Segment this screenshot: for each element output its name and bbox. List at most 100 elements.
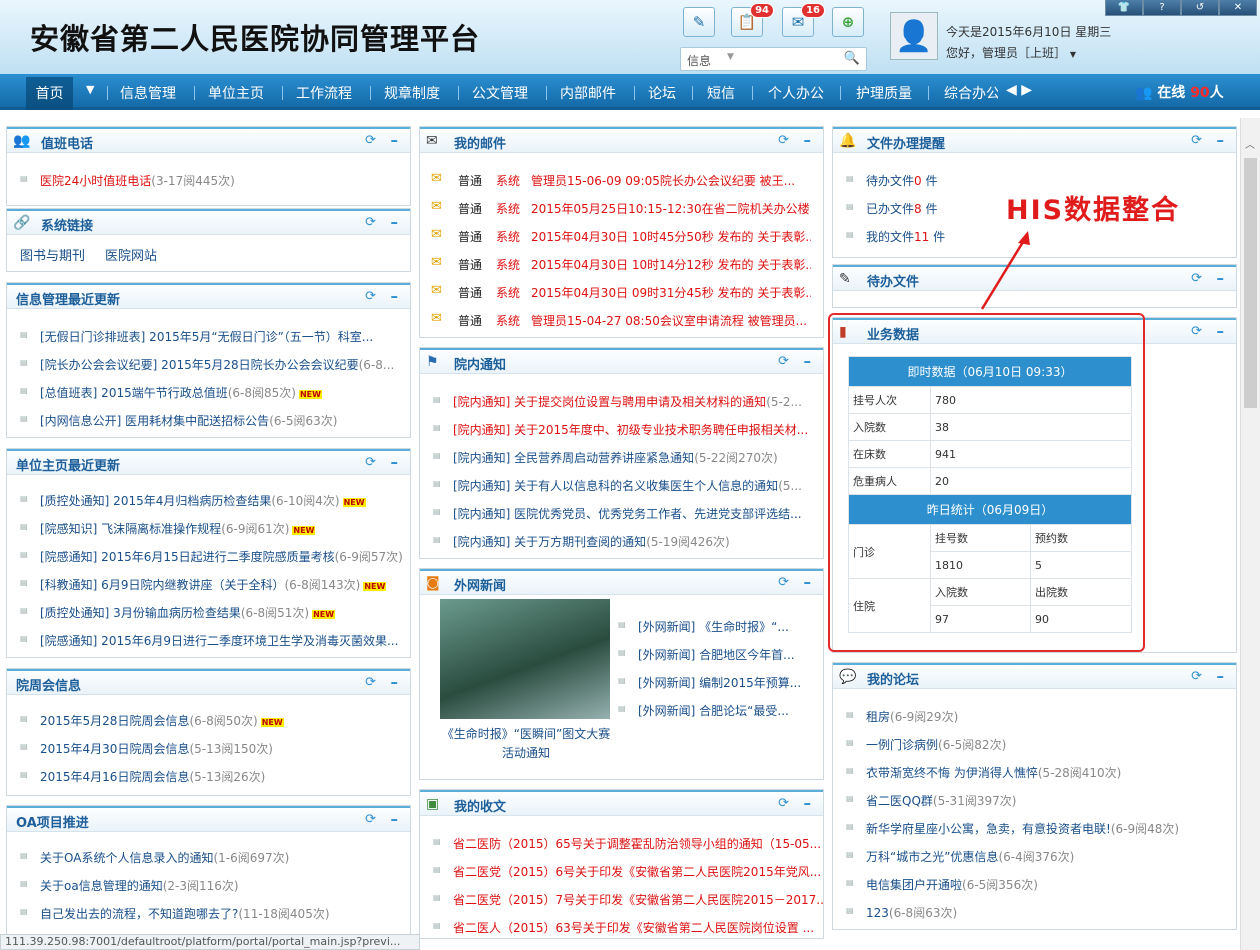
list-item[interactable]: ▤ [无假日门诊排班表] 2015年5月“无假日门诊”（五一节）科室... — [7, 327, 410, 345]
minimize-icon[interactable]: – — [804, 131, 812, 149]
refresh-icon[interactable]: ⟳ — [778, 796, 789, 811]
message-button[interactable]: ✉ 16 — [782, 3, 825, 37]
nav-item-personal[interactable]: 个人办公 — [768, 83, 824, 103]
list-item[interactable]: ▤ [总值班表] 2015端午节行政总值班(6-8阅85次) NEW — [7, 383, 410, 401]
scroll-thumb[interactable] — [1244, 158, 1257, 408]
refresh-icon[interactable]: ⟳ — [1191, 324, 1202, 339]
list-item[interactable]: ▤ 省二医人（2015）63号关于印发《安徽省第二人民医院岗位设置 ... — [420, 918, 823, 936]
nav-item-sms[interactable]: 短信 — [707, 83, 735, 103]
compose-button[interactable]: ✎ — [683, 7, 715, 37]
list-item[interactable]: ▤ 租房(6-9阅29次) — [833, 707, 1236, 725]
list-item[interactable]: ▤ 自己发出去的流程，不知道跑哪去了?(11-18阅405次) — [7, 904, 410, 922]
minimize-icon[interactable]: – — [391, 453, 399, 471]
search-category[interactable]: 信息 — [687, 52, 711, 69]
list-item[interactable]: ▤ 衣带渐宽终不悔 为伊消得人憔悴(5-28阅410次) — [833, 763, 1236, 781]
nav-item-nursing[interactable]: 护理质量 — [856, 83, 912, 103]
list-item[interactable]: ▤ [质控处通知] 3月份输血病历检查结果(6-8阅51次) NEW — [7, 603, 410, 621]
list-item[interactable]: ▤ 2015年4月30日院周会信息(5-13阅150次) — [7, 739, 410, 757]
minimize-icon[interactable]: – — [1217, 131, 1225, 149]
search-box[interactable]: 信息 ▼ 🔍 — [680, 47, 867, 71]
list-item-text[interactable]: 医院24小时值班电话(3-17阅445次) — [40, 172, 235, 189]
nav-dropdown-icon[interactable]: ▼ — [86, 83, 94, 96]
mail-row[interactable]: ✉ 普通 系统 2015年04月30日 09时31分45秒 发布的 关于表彰... — [420, 283, 823, 301]
scroll-up-icon[interactable]: ︿ — [1245, 136, 1255, 151]
refresh-icon[interactable]: ⟳ — [1191, 271, 1202, 286]
user-greeting[interactable]: 您好，管理员［上班］ ▼ — [946, 44, 1076, 61]
list-item[interactable]: ▤ [外网新闻] 合肥地区今年首... — [420, 645, 823, 663]
refresh-icon[interactable]: ⟳ — [1191, 133, 1202, 148]
list-item[interactable]: ▤ [院感通知] 2015年6月15日起进行二季度院感质量考核(6-9阅57次) — [7, 547, 410, 565]
minimize-icon[interactable]: – — [391, 287, 399, 305]
list-item[interactable]: ▤ 一例门诊病例(6-5阅82次) — [833, 735, 1236, 753]
list-item[interactable]: ▤ [外网新闻] 编制2015年预算... — [420, 673, 823, 691]
refresh-icon[interactable]: ⟳ — [365, 133, 376, 148]
refresh-icon[interactable]: ⟳ — [365, 675, 376, 690]
mail-row[interactable]: ✉ 普通 系统 2015年04月30日 10时14分12秒 发布的 关于表彰... — [420, 255, 823, 273]
minimize-icon[interactable]: – — [1217, 667, 1225, 685]
nav-item-documents[interactable]: 公文管理 — [472, 83, 528, 103]
mail-button[interactable]: 📋 94 — [731, 3, 774, 37]
list-item[interactable]: ▤ 关于OA系统个人信息录入的通知(1-6阅697次) — [7, 848, 410, 866]
minimize-icon[interactable]: – — [391, 213, 399, 231]
minimize-icon[interactable]: – — [804, 794, 812, 812]
page-scrollbar[interactable]: ︿ — [1240, 118, 1260, 950]
list-item[interactable]: ▤ [院内通知] 全民营养周启动营养讲座紧急通知(5-22阅270次) — [420, 448, 823, 466]
list-item[interactable]: ▤ 待办文件0 件 — [833, 171, 1236, 189]
list-item[interactable]: ▤ [院内通知] 关于2015年度中、初级专业技术职务聘任申报相关材... — [420, 420, 823, 438]
list-item[interactable]: ▤ [院内通知] 关于提交岗位设置与聘用申请及相关材料的通知(5-2... — [420, 392, 823, 410]
list-item[interactable]: ▤ 2015年4月16日院周会信息(5-13阅26次) — [7, 767, 410, 785]
list-item[interactable]: ▤ 万科“城市之光”优惠信息(6-4阅376次) — [833, 847, 1236, 865]
list-item[interactable]: ▤ [科教通知] 6月9日院内继教讲座（关于全科）(6-8阅143次) NEW — [7, 575, 410, 593]
search-icon[interactable]: 🔍 — [844, 51, 860, 66]
nav-home[interactable]: 首页 — [26, 77, 73, 110]
shirt-icon[interactable]: 👕 — [1105, 0, 1143, 16]
nav-item-workflow[interactable]: 工作流程 — [296, 83, 352, 103]
arrow-right-icon[interactable]: ▶ — [1021, 82, 1032, 98]
online-users[interactable]: 👥 在线 90人 — [1135, 82, 1224, 102]
close-icon[interactable]: ✕ — [1219, 0, 1257, 16]
mail-row[interactable]: ✉ 普通 系统 2015年05月25日10:15-12:30在省二院机关办公楼... — [420, 199, 823, 217]
nav-item-rules[interactable]: 规章制度 — [384, 83, 440, 103]
list-item[interactable]: ▤ [院感通知] 2015年6月9日进行二季度环境卫生学及消毒灭菌效果... — [7, 631, 410, 649]
minimize-icon[interactable]: – — [391, 673, 399, 691]
list-item[interactable]: ▤ [外网新闻] 《生命时报》“... — [420, 617, 823, 635]
link-website[interactable]: 医院网站 — [105, 249, 157, 264]
refresh-icon[interactable]: ⟳ — [778, 575, 789, 590]
minimize-icon[interactable]: – — [804, 573, 812, 591]
list-item[interactable]: ▤ [院长办公会会议纪要] 2015年5月28日院长办公会会议纪要(6-8... — [7, 355, 410, 373]
list-item[interactable]: ▤ 省二医防（2015）65号关于调整霍乱防治领导小组的通知（15-05... — [420, 834, 823, 852]
nav-item-office[interactable]: 综合办公 — [944, 83, 998, 103]
nav-item-info[interactable]: 信息管理 — [120, 83, 176, 103]
refresh-icon[interactable]: ⟳ — [365, 455, 376, 470]
arrow-left-icon[interactable]: ◀ — [1006, 82, 1017, 98]
list-item[interactable]: ▤ [质控处通知] 2015年4月归档病历检查结果(6-10阅4次) NEW — [7, 491, 410, 509]
list-item[interactable]: ▤ 省二医QQ群(5-31阅397次) — [833, 791, 1236, 809]
list-item[interactable]: ▤ 新华学府星座小公寓，急卖，有意投资者电联!(6-9阅48次) — [833, 819, 1236, 837]
list-item[interactable]: ▤ 2015年5月28日院周会信息(6-8阅50次) NEW — [7, 711, 410, 729]
add-button[interactable]: ⊕ — [832, 7, 864, 37]
list-item[interactable]: ▤ [内网信息公开] 医用耗材集中配送招标公告(6-5阅63次) — [7, 411, 410, 429]
list-item[interactable]: ▤ 关于oa信息管理的通知(2-3阅116次) — [7, 876, 410, 894]
list-item[interactable]: ▤ 电信集团户开通啦(6-5阅356次) — [833, 875, 1236, 893]
avatar[interactable]: 👤 — [890, 12, 938, 60]
mail-row[interactable]: ✉ 普通 系统 2015年04月30日 10时45分50秒 发布的 关于表彰... — [420, 227, 823, 245]
minimize-icon[interactable]: – — [1217, 269, 1225, 287]
refresh-icon[interactable]: ⟳ — [365, 289, 376, 304]
news-photo-caption[interactable]: 《生命时报》“医瞬间”图文大赛活动通知 — [436, 725, 616, 763]
refresh-icon[interactable]: ⟳ — [778, 133, 789, 148]
list-item[interactable]: ▤ 医院24小时值班电话(3-17阅445次) — [7, 171, 410, 189]
refresh-icon[interactable]: ⟳ — [778, 354, 789, 369]
list-item[interactable]: ▤ 123(6-8阅63次) — [833, 903, 1236, 921]
mail-row[interactable]: ✉ 普通 系统 管理员15-06-09 09:05院长办公会议纪要 被王... — [420, 171, 823, 189]
mail-row[interactable]: ✉ 普通 系统 管理员15-04-27 08:50会议室申请流程 被管理员... — [420, 311, 823, 329]
list-item[interactable]: ▤ 省二医党（2015）7号关于印发《安徽省第二人民医院2015－2017... — [420, 890, 823, 908]
list-item[interactable]: ▤ 省二医党（2015）6号关于印发《安徽省第二人民医院2015年党风... — [420, 862, 823, 880]
list-item[interactable]: ▤ [外网新闻] 合肥论坛“最受... — [420, 701, 823, 719]
link-library[interactable]: 图书与期刊 — [20, 249, 85, 264]
refresh-icon[interactable]: ↺ — [1181, 0, 1219, 16]
nav-item-forum[interactable]: 论坛 — [648, 83, 676, 103]
minimize-icon[interactable]: – — [391, 131, 399, 149]
nav-item-unit[interactable]: 单位主页 — [208, 83, 264, 103]
refresh-icon[interactable]: ⟳ — [365, 215, 376, 230]
list-item[interactable]: ▤ [院内通知] 关于有人以信息科的名义收集医生个人信息的通知(5... — [420, 476, 823, 494]
